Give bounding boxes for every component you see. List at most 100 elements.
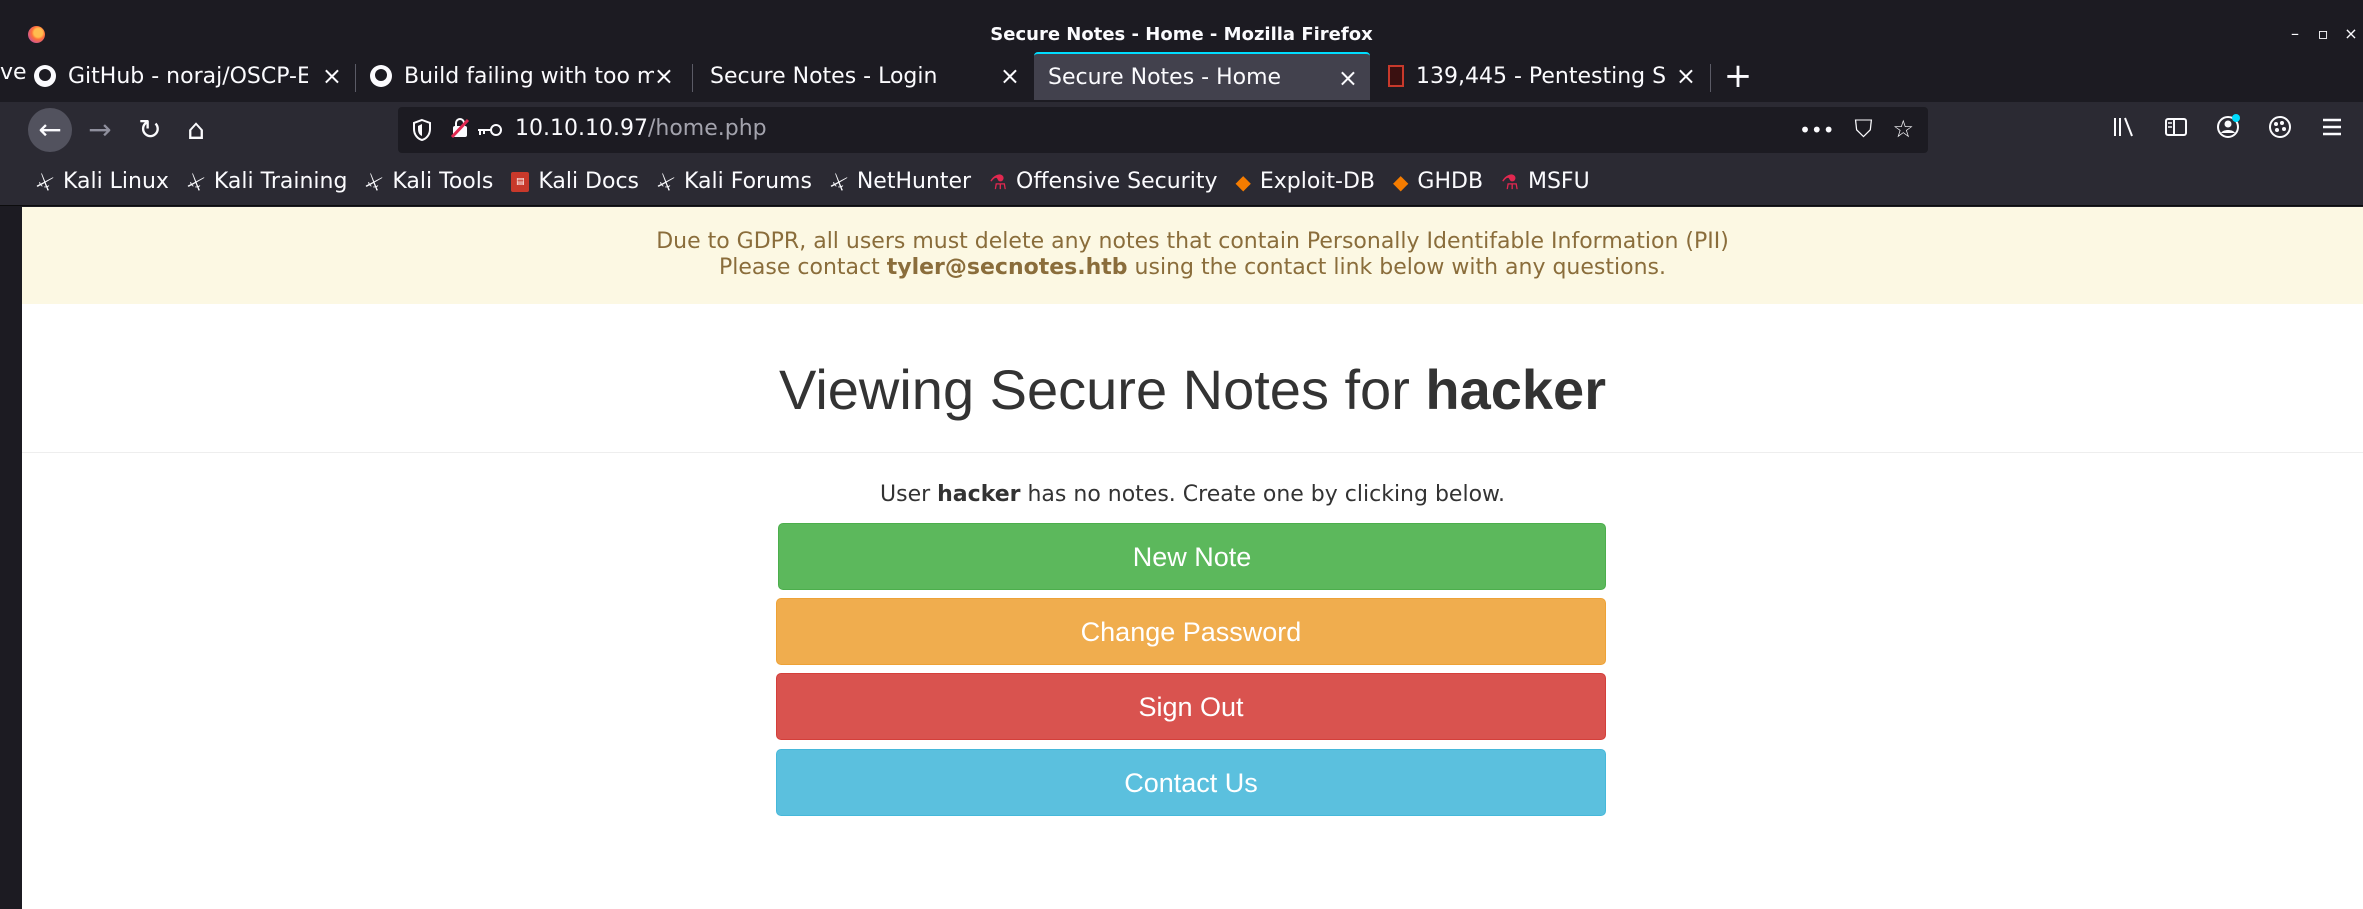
exploitdb-icon: ◆ [1393, 169, 1409, 194]
tab-secure-notes-login[interactable]: Secure Notes - Login × [694, 52, 1032, 100]
kali-icon: ⚔ [653, 167, 679, 196]
navigation-bar: ← → ↻ ⌂ 10.10.10.97/home.php ••• ⛉ ☆ [0, 102, 2363, 158]
kali-icon: ⚔ [32, 167, 58, 196]
toolbar-right [2111, 114, 2345, 140]
tab-label: 139,445 - Pentesting SM [1416, 63, 1666, 89]
tab-overflow-text: ve [0, 60, 27, 85]
bookmark-offensive-security[interactable]: ⚗ Offensive Security [989, 169, 1217, 194]
tab-separator [1710, 64, 1711, 92]
hacktricks-icon [1388, 65, 1404, 87]
bookmark-label: Kali Linux [62, 169, 169, 194]
bookmark-kali-docs[interactable]: ▤ Kali Docs [511, 169, 639, 194]
insecure-lock-icon[interactable] [450, 117, 470, 139]
close-tab-icon[interactable]: × [1000, 62, 1020, 90]
page-title-username: hacker [1425, 358, 1606, 421]
gdpr-alert: Due to GDPR, all users must delete any n… [22, 207, 2363, 304]
alert-line-1: Due to GDPR, all users must delete any n… [656, 229, 1729, 254]
tab-github-oscp[interactable]: GitHub - noraj/OSCP-Exa × [34, 52, 354, 100]
bookmark-label: GHDB [1417, 169, 1484, 194]
exploitdb-icon: ◆ [1235, 169, 1251, 194]
offsec-icon: ⚗ [1501, 169, 1519, 194]
bookmark-kali-forums[interactable]: ⚔ Kali Forums [653, 167, 812, 196]
bookmark-label: Exploit-DB [1259, 169, 1376, 194]
divider [22, 452, 2363, 453]
reload-button[interactable]: ↻ [128, 108, 172, 152]
close-tab-icon[interactable]: × [1338, 64, 1358, 92]
url-text[interactable]: 10.10.10.97/home.php [515, 116, 767, 141]
close-window-button[interactable]: × [2343, 24, 2359, 43]
tab-separator [355, 64, 356, 92]
bookmark-kali-tools[interactable]: ⚔ Kali Tools [361, 167, 494, 196]
bookmark-nethunter[interactable]: ⚔ NetHunter [826, 167, 972, 196]
contact-email: tyler@secnotes.htb [886, 255, 1128, 280]
address-bar[interactable]: 10.10.10.97/home.php ••• ⛉ ☆ [398, 107, 1928, 153]
tab-label: GitHub - noraj/OSCP-Exa [68, 63, 308, 89]
back-button[interactable]: ← [28, 108, 72, 152]
extension-icon[interactable] [2267, 114, 2293, 140]
tab-label: Secure Notes - Login [710, 63, 938, 89]
pocket-icon[interactable]: ⛉ [1854, 115, 1872, 145]
bookmark-star-icon[interactable]: ☆ [1892, 115, 1914, 145]
url-host: 10.10.10.97 [515, 116, 648, 141]
library-icon[interactable] [2111, 114, 2137, 140]
kali-icon: ⚔ [361, 167, 387, 196]
github-icon [370, 65, 392, 87]
new-note-button[interactable]: New Note [778, 523, 1606, 590]
info-text: User [880, 482, 938, 507]
window-edge [0, 207, 22, 909]
kali-icon: ⚔ [826, 167, 852, 196]
new-tab-button[interactable]: + [1720, 56, 1756, 96]
alert-text: Please contact [719, 255, 887, 280]
bookmark-label: Kali Docs [538, 169, 640, 194]
info-text: has no notes. Create one by clicking bel… [1020, 482, 1505, 507]
tab-pentesting-smb[interactable]: 139,445 - Pentesting SM × [1372, 52, 1708, 100]
page-actions: ••• ⛉ ☆ [1799, 115, 1914, 145]
tab-bar: ve GitHub - noraj/OSCP-Exa × Build faili… [0, 48, 2363, 102]
bookmark-label: Offensive Security [1016, 169, 1218, 194]
bookmark-ghdb[interactable]: ◆ GHDB [1393, 169, 1483, 194]
tab-build-failing[interactable]: Build failing with too man × [370, 52, 686, 100]
bookmark-exploit-db[interactable]: ◆ Exploit-DB [1235, 169, 1375, 194]
window-title: Secure Notes - Home - Mozilla Firefox [990, 24, 1373, 45]
minimize-button[interactable]: – [2287, 24, 2303, 43]
no-notes-message: User hacker has no notes. Create one by … [22, 482, 2363, 507]
forward-button[interactable]: → [78, 108, 122, 152]
tab-secure-notes-home[interactable]: Secure Notes - Home × [1034, 52, 1370, 100]
bookmark-kali-linux[interactable]: ⚔ Kali Linux [32, 167, 169, 196]
menu-icon[interactable] [2319, 114, 2345, 140]
maximize-button[interactable]: ▫ [2315, 24, 2331, 43]
sign-out-button[interactable]: Sign Out [776, 673, 1606, 740]
window-controls: – ▫ × [2287, 24, 2359, 43]
alert-text: using the contact link below with any qu… [1127, 255, 1666, 280]
close-tab-icon[interactable]: × [654, 62, 674, 90]
info-username: hacker [937, 482, 1021, 507]
bookmark-label: Kali Training [213, 169, 348, 194]
title-bar: Secure Notes - Home - Mozilla Firefox – … [0, 0, 2363, 48]
bookmark-label: Kali Tools [392, 169, 494, 194]
close-tab-icon[interactable]: × [322, 62, 342, 90]
account-icon[interactable] [2215, 114, 2241, 140]
page-content: Due to GDPR, all users must delete any n… [22, 207, 2363, 909]
change-password-button[interactable]: Change Password [776, 598, 1606, 665]
alert-line-2: Please contact tyler@secnotes.htb using … [22, 255, 2363, 281]
home-button[interactable]: ⌂ [174, 108, 218, 152]
bookmark-label: NetHunter [856, 169, 972, 194]
sidebar-icon[interactable] [2163, 114, 2189, 140]
tab-separator [692, 64, 693, 92]
tab-label: Build failing with too man [404, 63, 654, 89]
page-actions-menu-icon[interactable]: ••• [1799, 115, 1834, 145]
tab-label: Secure Notes - Home [1048, 64, 1282, 90]
bookmark-label: Kali Forums [683, 169, 812, 194]
bookmarks-toolbar: ⚔ Kali Linux ⚔ Kali Training ⚔ Kali Tools ▤… [0, 158, 2363, 206]
key-icon[interactable] [476, 122, 502, 138]
github-icon [34, 65, 56, 87]
bookmark-label: MSFU [1527, 169, 1590, 194]
close-tab-icon[interactable]: × [1676, 62, 1696, 90]
tracking-protection-icon[interactable] [412, 118, 432, 142]
contact-us-button[interactable]: Contact Us [776, 749, 1606, 816]
kali-icon: ⚔ [183, 167, 209, 196]
bookmark-msfu[interactable]: ⚗ MSFU [1501, 169, 1590, 194]
page-title-text: Viewing Secure Notes for [779, 358, 1426, 421]
bookmark-kali-training[interactable]: ⚔ Kali Training [183, 167, 348, 196]
kali-docs-icon: ▤ [511, 171, 530, 192]
